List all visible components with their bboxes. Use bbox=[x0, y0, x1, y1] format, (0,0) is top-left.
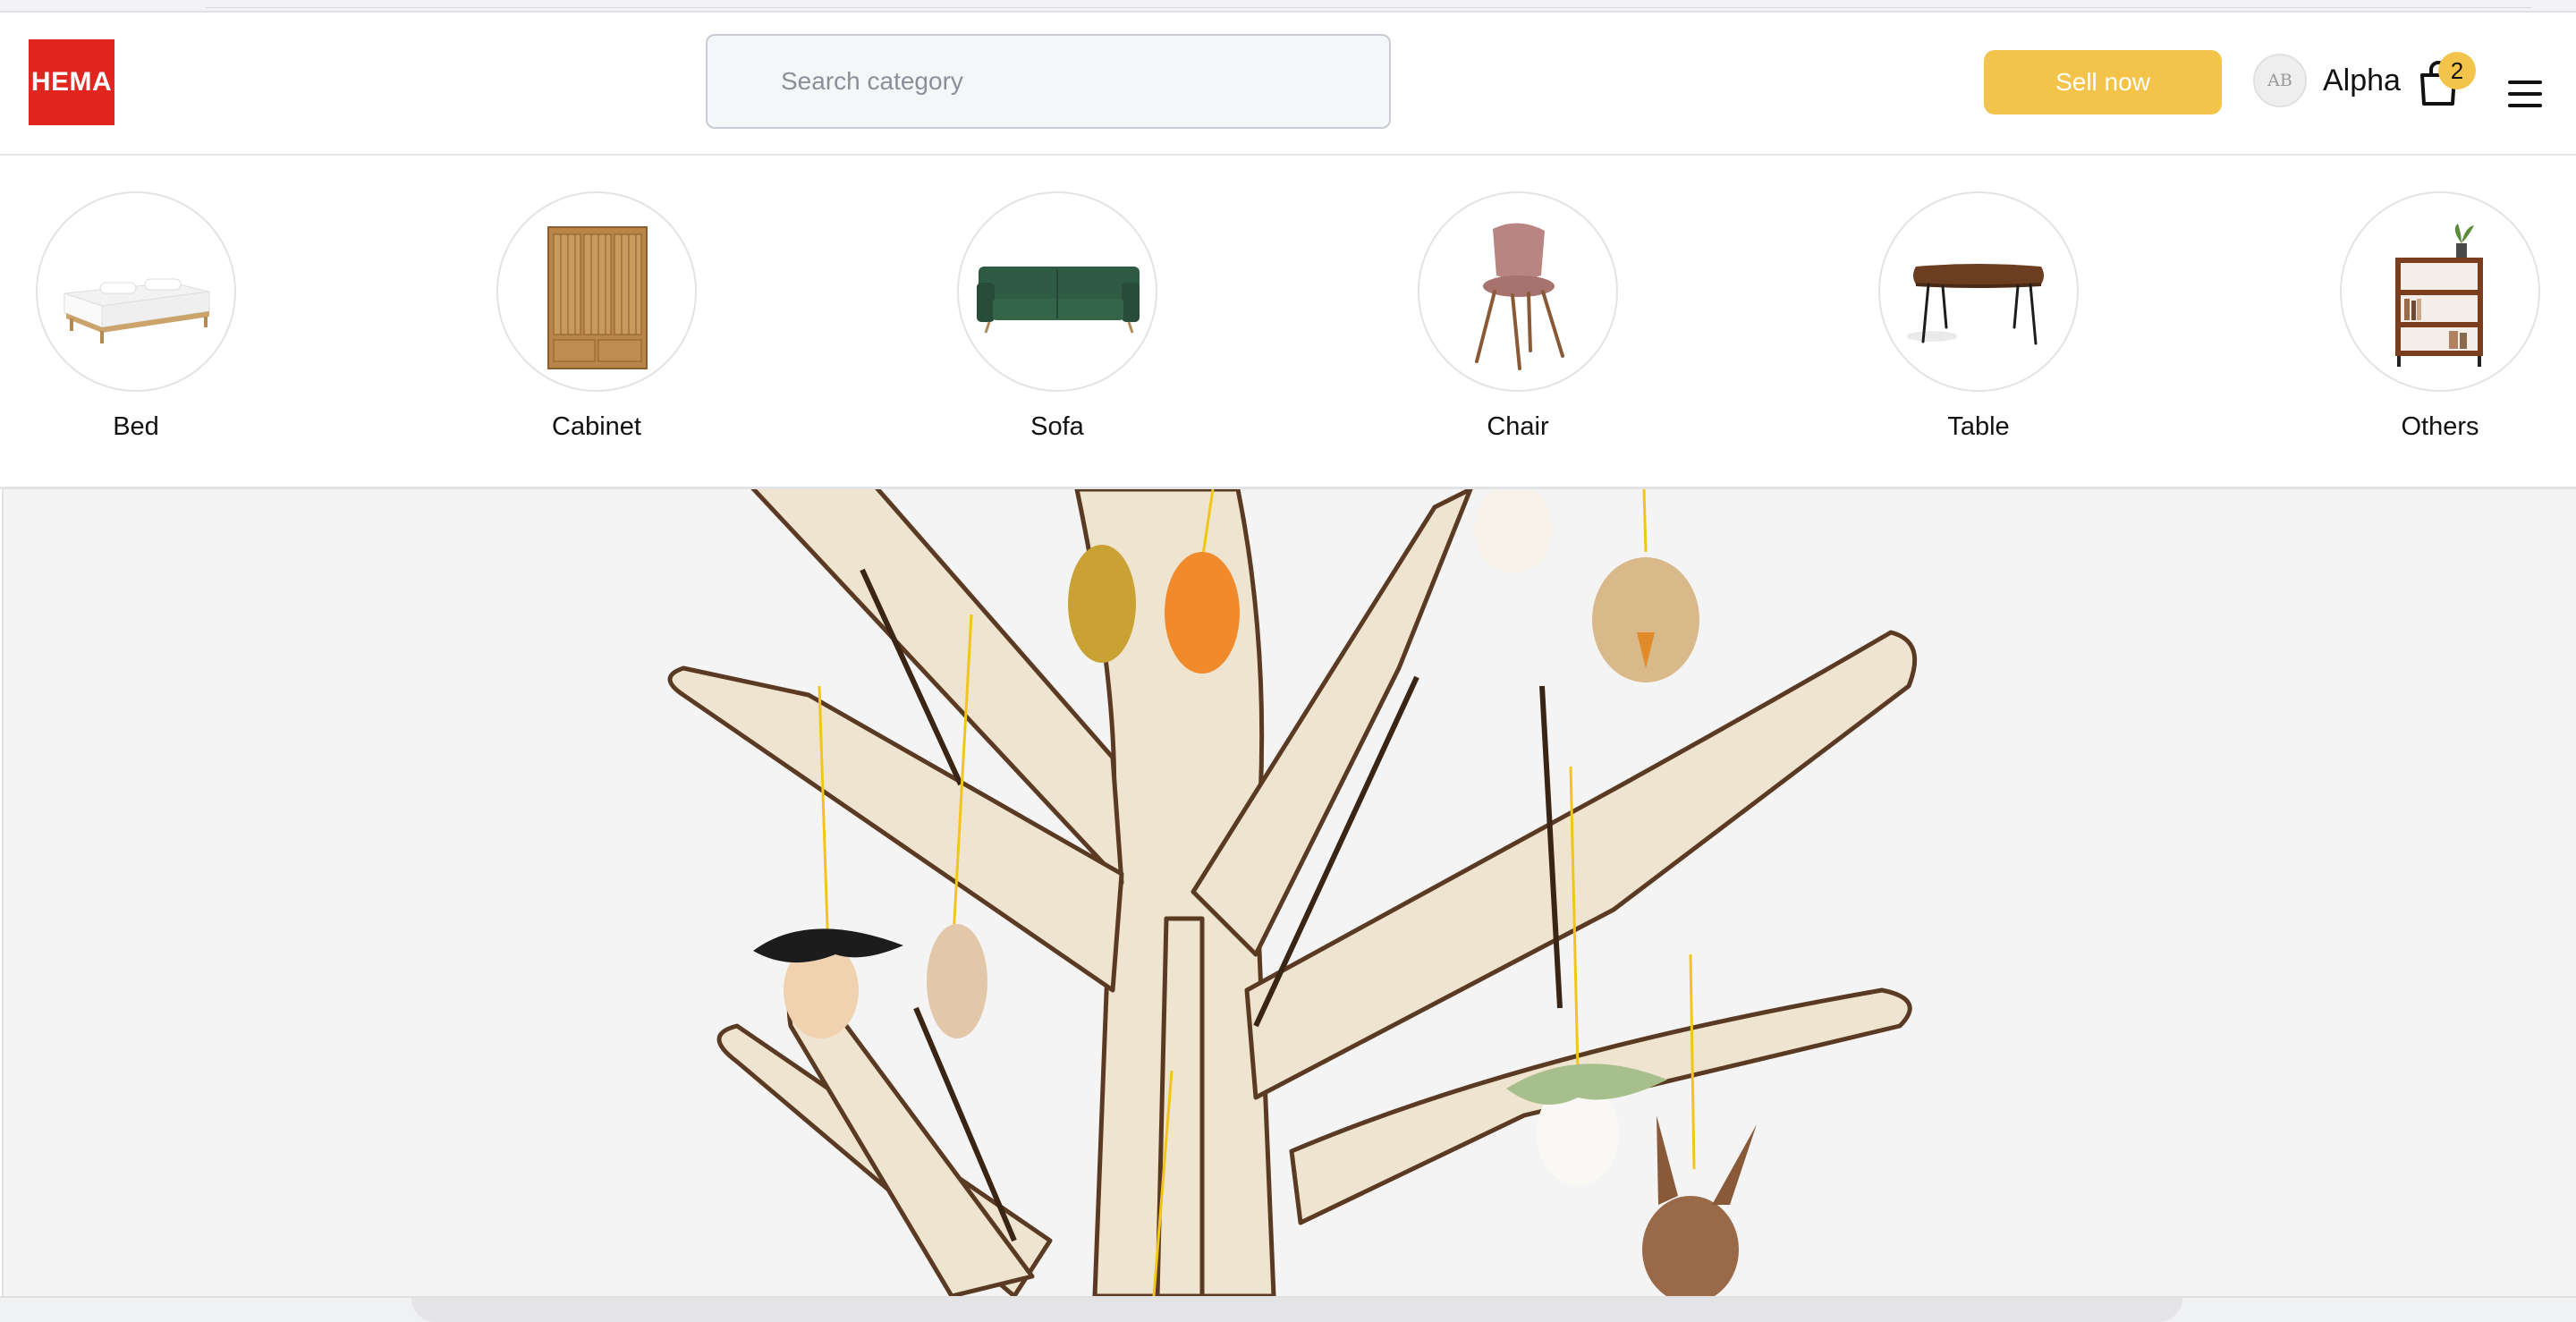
category-table[interactable]: Table bbox=[1876, 191, 2081, 442]
cabinet-image[interactable] bbox=[496, 191, 697, 392]
category-label-cabinet: Cabinet bbox=[552, 412, 641, 441]
sell-now-button[interactable]: Sell now bbox=[1984, 50, 2222, 114]
table-image[interactable] bbox=[1878, 191, 2079, 392]
category-label-sofa: Sofa bbox=[1030, 412, 1084, 441]
category-chair[interactable]: Chair bbox=[1415, 191, 1621, 442]
category-label-bed: Bed bbox=[113, 412, 159, 441]
category-bed[interactable]: Bed bbox=[33, 191, 239, 442]
category-label-others: Others bbox=[2401, 412, 2479, 441]
site-header: HEMA Sell now AB Alpha 2 bbox=[0, 13, 2576, 156]
bookshelf-image[interactable] bbox=[2340, 191, 2540, 392]
category-sofa[interactable]: Sofa bbox=[954, 191, 1160, 442]
chair-image[interactable] bbox=[1418, 191, 1618, 392]
browser-bottom-edge bbox=[0, 1296, 2576, 1322]
category-cabinet[interactable]: Cabinet bbox=[494, 191, 699, 442]
avatar-initials: AB bbox=[2267, 71, 2292, 90]
category-others[interactable]: Others bbox=[2337, 191, 2543, 442]
search-box[interactable] bbox=[706, 34, 1391, 129]
cart-count-badge: 2 bbox=[2438, 52, 2476, 89]
sofa-image[interactable] bbox=[957, 191, 1157, 392]
logo-text: HEMA bbox=[30, 67, 113, 97]
browser-top-edge bbox=[0, 0, 2576, 13]
bed-image[interactable] bbox=[36, 191, 236, 392]
category-label-table: Table bbox=[1947, 412, 2010, 441]
user-name[interactable]: Alpha bbox=[2323, 63, 2401, 98]
hero-banner[interactable] bbox=[2, 489, 2576, 1296]
search-input[interactable] bbox=[779, 66, 1389, 97]
hamburger-menu-icon[interactable] bbox=[2508, 81, 2542, 107]
category-label-chair: Chair bbox=[1487, 412, 1549, 441]
category-strip: Bed Cabinet Sofa Chair Table Others bbox=[0, 156, 2576, 489]
hero-easter-tree-image bbox=[667, 489, 1918, 1296]
avatar[interactable]: AB bbox=[2253, 54, 2307, 107]
hema-logo[interactable]: HEMA bbox=[29, 39, 114, 125]
